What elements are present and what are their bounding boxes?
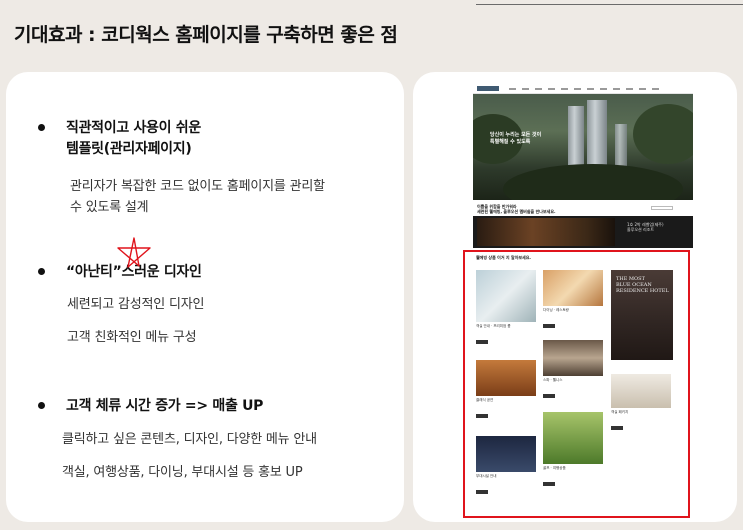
preview-banner-image — [477, 218, 615, 246]
bullet-dot — [38, 402, 45, 409]
preview-more-button — [651, 206, 673, 210]
bullet-dot — [38, 268, 45, 275]
preview-dark-banner: 1호 2박 레벨업(제주) 올루오션 리조트 — [473, 216, 693, 248]
slide-title: 기대효과 : 코디웍스 홈페이지를 구축하면 좋은 점 — [14, 24, 398, 46]
preview-navbar — [473, 84, 693, 94]
preview-section: 이쁨을 위함을 반가워라 세련된 웰에빙, 올루오션 멤버쉽을 만나보세요. — [473, 200, 693, 216]
bullet-item-3: 고객 체류 시간 증가 => 매출 UP — [38, 396, 263, 417]
bullet-heading-3: 고객 체류 시간 증가 => 매출 UP — [66, 398, 264, 414]
bullet-desc-1-1: 관리자가 복잡한 코드 없이도 홈페이지를 관리할 수 있도록 설계 — [70, 179, 325, 215]
highlight-box — [463, 250, 690, 518]
preview-logo — [477, 86, 499, 91]
top-divider-line — [476, 4, 743, 5]
preview-nav-menu — [509, 88, 659, 90]
bullet-desc-2-1: 세련되고 감성적인 디자인 — [67, 297, 205, 312]
bullet-item-1: 직관적이고 사용이 쉬운 템플릿(관리자페이지) — [38, 118, 201, 160]
bullet-heading-1: 직관적이고 사용이 쉬운 템플릿(관리자페이지) — [66, 120, 201, 157]
bullet-desc-3-2: 객실, 여행상품, 다이닝, 부대시설 등 홍보 UP — [62, 465, 303, 480]
preview-banner-text: 1호 2박 레벨업(제주) 올루오션 리조트 — [627, 222, 664, 232]
bullet-dot — [38, 124, 45, 131]
preview-hero-text: 당신이 누리는 모든 것이 특별해질 수 있도록 — [490, 132, 542, 145]
hand-drawn-star-icon — [117, 237, 151, 268]
bullet-desc-3-1: 클릭하고 싶은 콘텐츠, 디자인, 다양한 메뉴 안내 — [62, 432, 317, 447]
preview-hero-image: 당신이 누리는 모든 것이 특별해질 수 있도록 — [473, 94, 693, 200]
preview-section-text: 이쁨을 위함을 반가워라 세련된 웰에빙, 올루오션 멤버쉽을 만나보세요. — [477, 204, 556, 214]
bullet-desc-2-2: 고객 친화적인 메뉴 구성 — [67, 330, 197, 345]
